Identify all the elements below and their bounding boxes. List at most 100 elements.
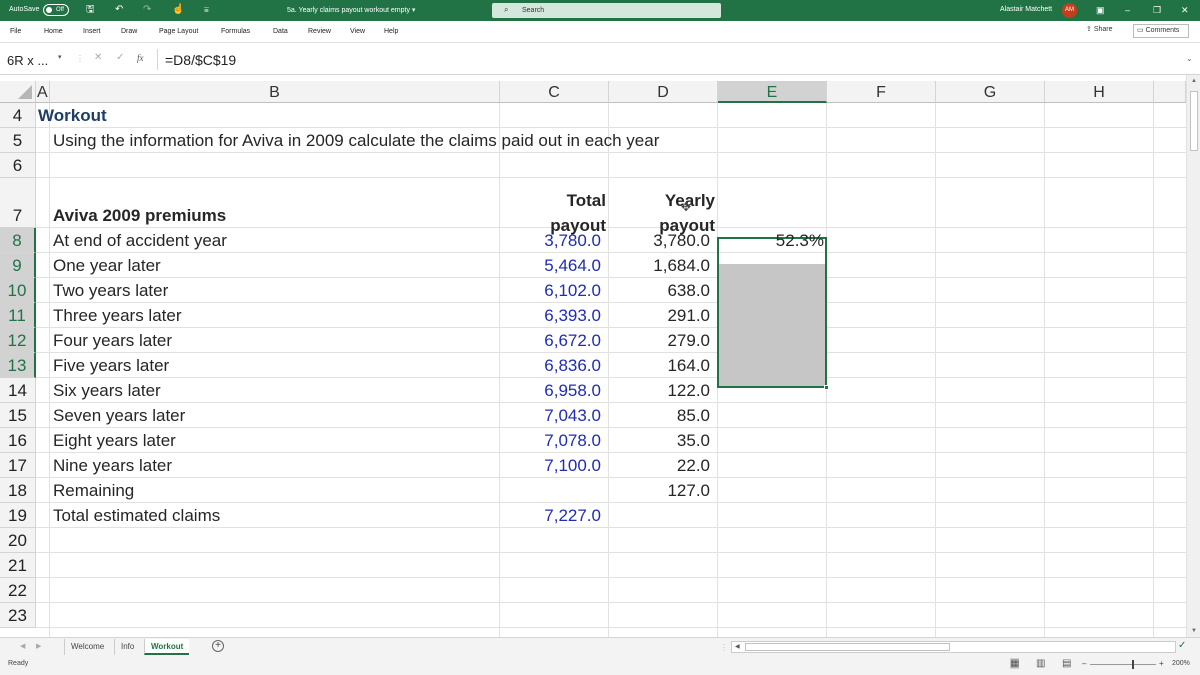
yearly-payout-cell[interactable]: 279.0 [609, 328, 710, 353]
expand-formula-bar-icon[interactable]: ⌄ [1186, 54, 1193, 63]
add-sheet-icon[interactable]: + [212, 640, 224, 652]
total-payout-cell[interactable]: 6,836.0 [500, 353, 601, 378]
total-payout-cell[interactable]: 5,464.0 [500, 253, 601, 278]
row-header[interactable]: 23 [0, 603, 36, 628]
percent-cell[interactable] [718, 328, 824, 353]
undo-icon[interactable]: ↶ [115, 4, 123, 16]
tab-data[interactable]: Data [273, 28, 288, 35]
header-yearly-line1[interactable]: Yearly [609, 188, 715, 213]
touch-mode-icon[interactable]: ☝ [172, 4, 184, 16]
scroll-down-icon[interactable]: ▼ [1191, 628, 1197, 634]
percent-cell[interactable] [718, 453, 824, 478]
scroll-left-icon[interactable]: ◀ [735, 643, 740, 650]
scroll-thumb[interactable] [745, 643, 950, 651]
row-label[interactable]: At end of accident year [53, 228, 227, 253]
name-box[interactable]: 6R x ... [2, 51, 66, 70]
zoom-slider-thumb[interactable] [1132, 660, 1134, 669]
sheet-title[interactable]: Workout [38, 103, 107, 128]
percent-cell[interactable] [718, 478, 824, 503]
column-header-d[interactable]: D [609, 81, 718, 103]
tab-review[interactable]: Review [308, 28, 331, 35]
horizontal-scrollbar[interactable]: ◀ [731, 641, 1176, 653]
percent-cell[interactable] [718, 503, 824, 528]
column-header-h[interactable]: H [1045, 81, 1154, 103]
row-label[interactable]: Eight years later [53, 428, 176, 453]
search-box[interactable]: ⌕ Search [492, 3, 721, 18]
row-header[interactable]: 19 [0, 503, 36, 528]
yearly-payout-cell[interactable] [609, 503, 710, 528]
percent-cell[interactable] [718, 278, 824, 303]
document-title[interactable]: 5a. Yearly claims payout workout empty ▾ [287, 6, 415, 14]
prev-sheet-icon[interactable]: ◀ [20, 642, 25, 650]
total-payout-cell[interactable]: 6,393.0 [500, 303, 601, 328]
scroll-thumb[interactable] [1190, 91, 1198, 151]
row-label[interactable]: Two years later [53, 278, 168, 303]
row-header[interactable]: 12 [0, 328, 36, 353]
restore-icon[interactable]: ❐ [1153, 4, 1161, 16]
fill-handle[interactable] [824, 385, 829, 390]
normal-view-icon[interactable]: ▦ [1010, 658, 1020, 669]
yearly-payout-cell[interactable]: 291.0 [609, 303, 710, 328]
row-label[interactable]: Nine years later [53, 453, 172, 478]
chevron-down-icon[interactable]: ▾ [58, 53, 62, 61]
page-layout-view-icon[interactable]: ▥ [1036, 658, 1045, 669]
yearly-payout-cell[interactable]: 35.0 [609, 428, 710, 453]
row-header[interactable]: 9 [0, 253, 36, 278]
instruction-text[interactable]: Using the information for Aviva in 2009 … [53, 128, 659, 153]
total-payout-cell[interactable]: 7,100.0 [500, 453, 601, 478]
total-payout-cell[interactable]: 6,672.0 [500, 328, 601, 353]
total-payout-cell[interactable]: 7,078.0 [500, 428, 601, 453]
row-header[interactable]: 7 [0, 178, 36, 228]
tab-formulas[interactable]: Formulas [221, 28, 250, 35]
row-label[interactable]: Seven years later [53, 403, 185, 428]
sheet-tab-welcome[interactable]: Welcome [64, 639, 110, 655]
row-header[interactable]: 13 [0, 353, 36, 378]
tab-view[interactable]: View [350, 28, 365, 35]
yearly-payout-cell[interactable]: 22.0 [609, 453, 710, 478]
percent-cell[interactable] [718, 303, 824, 328]
customize-qat-icon[interactable]: ⩸ [204, 4, 209, 16]
tab-file[interactable]: File [10, 28, 21, 35]
percent-cell[interactable] [718, 378, 824, 403]
close-icon[interactable]: ✕ [1181, 4, 1189, 16]
total-payout-cell[interactable]: 7,043.0 [500, 403, 601, 428]
vertical-scrollbar[interactable]: ▲ ▼ [1186, 75, 1200, 637]
total-payout-cell[interactable]: 6,102.0 [500, 278, 601, 303]
percent-cell[interactable] [718, 353, 824, 378]
row-header[interactable]: 21 [0, 553, 36, 578]
yearly-payout-cell[interactable]: 1,684.0 [609, 253, 710, 278]
zoom-level[interactable]: 200% [1172, 660, 1190, 667]
row-header[interactable]: 15 [0, 403, 36, 428]
row-header[interactable]: 11 [0, 303, 36, 328]
row-header[interactable]: 10 [0, 278, 36, 303]
row-header[interactable]: 18 [0, 478, 36, 503]
row-label[interactable]: Four years later [53, 328, 172, 353]
redo-icon[interactable]: ↷ [143, 4, 151, 16]
row-label[interactable]: Total estimated claims [53, 503, 220, 528]
tab-home[interactable]: Home [44, 28, 63, 35]
row-header[interactable]: 20 [0, 528, 36, 553]
header-total-line1[interactable]: Total [500, 188, 606, 213]
percent-cell[interactable]: 52.3% [718, 228, 824, 253]
page-break-view-icon[interactable]: ▤ [1062, 658, 1071, 669]
table-label[interactable]: Aviva 2009 premiums [53, 203, 226, 228]
row-header[interactable]: 4 [0, 103, 36, 128]
minimize-icon[interactable]: – [1125, 4, 1130, 16]
column-header-e[interactable]: E [718, 81, 827, 103]
row-header[interactable]: 6 [0, 153, 36, 178]
enter-icon[interactable]: ✓ [116, 52, 124, 63]
row-label[interactable]: Remaining [53, 478, 134, 503]
column-header-c[interactable]: C [500, 81, 609, 103]
row-header[interactable]: 8 [0, 228, 36, 253]
yearly-payout-cell[interactable]: 3,780.0 [609, 228, 710, 253]
ribbon-display-icon[interactable]: ▣ [1096, 4, 1105, 16]
total-payout-cell[interactable]: 6,958.0 [500, 378, 601, 403]
tab-help[interactable]: Help [384, 28, 398, 35]
cancel-icon[interactable]: ✕ [94, 52, 102, 63]
column-header-a[interactable]: A [36, 81, 50, 103]
yearly-payout-cell[interactable]: 122.0 [609, 378, 710, 403]
row-label[interactable]: Six years later [53, 378, 161, 403]
formula-input[interactable]: =D8/$C$19 [165, 52, 236, 68]
yearly-payout-cell[interactable]: 638.0 [609, 278, 710, 303]
spreadsheet-grid[interactable]: A B C D E F G H 4 5 6 7 8 9 10 11 12 13 … [0, 81, 1186, 637]
